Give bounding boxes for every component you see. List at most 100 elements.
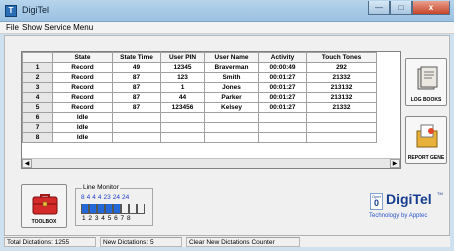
cell-user-name — [204, 122, 259, 133]
cell-user-pin — [160, 122, 205, 133]
status-bar: Total Dictations: 1255 New Dictations: 5… — [4, 235, 450, 247]
cell-state-time — [112, 122, 161, 133]
dictation-grid[interactable]: State State Time User PIN User Name Acti… — [21, 51, 401, 169]
grid-header-state-time[interactable]: State Time — [112, 52, 161, 63]
row-number: 7 — [22, 122, 53, 133]
line-status-cell — [129, 204, 137, 214]
line-count: 24 — [112, 194, 120, 201]
toolbox-label: TOOLBOX — [31, 219, 57, 225]
line-number: 7 — [120, 215, 125, 222]
log-books-icon — [417, 66, 438, 90]
toolbox-button[interactable]: TOOLBOX — [21, 184, 67, 228]
line-status-cell — [97, 204, 105, 214]
grid-header-user-pin[interactable]: User PIN — [160, 52, 205, 63]
row-number: 1 — [22, 62, 53, 73]
row-number: 3 — [22, 82, 53, 93]
scroll-right-icon[interactable]: ▶ — [390, 159, 400, 168]
row-number: 5 — [22, 102, 53, 113]
horizontal-scrollbar[interactable]: ◀ ▶ — [22, 158, 400, 168]
cell-user-pin — [160, 112, 205, 123]
cell-state: Record — [52, 62, 113, 73]
minimize-button[interactable]: — — [368, 1, 390, 15]
row-number: 4 — [22, 92, 53, 103]
cell-user-pin: 44 — [160, 92, 205, 103]
menu-show-service-menu[interactable]: Show Service Menu — [22, 23, 93, 32]
cell-touch-tones — [306, 112, 377, 123]
grid-header-state[interactable]: State — [52, 52, 113, 63]
cell-user-name — [204, 132, 259, 143]
logo-zero-text: 0 — [373, 198, 379, 208]
log-books-label: LOG BOOKS — [410, 97, 442, 103]
cell-state-time — [112, 112, 161, 123]
cell-state: Idle — [52, 132, 113, 143]
menu-bar: File Show Service Menu — [0, 22, 454, 34]
maximize-button[interactable]: □ — [390, 1, 412, 15]
table-row[interactable]: 3 Record 87 1 Jones 00:01:27 213132 — [22, 82, 377, 93]
cell-user-pin: 1 — [160, 82, 205, 93]
cell-user-pin — [160, 132, 205, 143]
cell-activity: 00:01:27 — [258, 102, 307, 113]
cell-state-time — [112, 132, 161, 143]
report-gene-button[interactable]: REPORT GENE — [405, 116, 447, 164]
total-dictations: Total Dictations: 1255 — [4, 237, 96, 247]
grid-table: State State Time User PIN User Name Acti… — [22, 52, 377, 143]
cell-state-time: 87 — [112, 102, 161, 113]
line-status-cell — [113, 204, 121, 214]
cell-state-time: 87 — [112, 82, 161, 93]
menu-file[interactable]: File — [6, 23, 19, 32]
line-count: 4 — [97, 194, 102, 201]
cell-activity: 00:01:27 — [258, 72, 307, 83]
logo-trademark: TM — [437, 191, 443, 196]
app-icon: T — [5, 5, 17, 17]
table-row[interactable]: 5 Record 87 123456 Kelsey 00:01:27 21332 — [22, 102, 377, 113]
row-number: 6 — [22, 112, 53, 123]
line-count: 8 — [81, 194, 85, 201]
clear-new-dictations-button[interactable]: Clear New Dictations Counter — [186, 237, 300, 247]
oper-logo-icon: Oper 0 — [370, 193, 383, 210]
cell-activity: 00:01:27 — [258, 82, 307, 93]
grid-header-row: State State Time User PIN User Name Acti… — [22, 52, 377, 63]
table-row[interactable]: 8 Idle — [22, 132, 377, 143]
new-dictations: New Dictations: 5 — [100, 237, 182, 247]
line-number: 8 — [126, 215, 131, 222]
window-title: DigiTel — [22, 5, 50, 15]
line-count: 4 — [86, 194, 91, 201]
grid-header-activity[interactable]: Activity — [258, 52, 307, 63]
line-status-cell — [89, 204, 97, 214]
digitel-logo: DigiTel — [386, 191, 432, 207]
line-number: 6 — [114, 215, 118, 222]
row-number: 2 — [22, 72, 53, 83]
cell-user-name: Kelsey — [204, 102, 259, 113]
line-count: 24 — [121, 194, 130, 201]
cell-state: Record — [52, 102, 113, 113]
window-controls: — □ x — [368, 1, 450, 15]
line-status-bars — [81, 204, 147, 214]
grid-header-touch-tones[interactable]: Touch Tones — [306, 52, 377, 63]
cell-state-time: 49 — [112, 62, 161, 73]
table-row[interactable]: 7 Idle — [22, 122, 377, 133]
report-folder-icon — [416, 124, 438, 148]
scroll-left-icon[interactable]: ◀ — [22, 159, 32, 168]
line-count: 23 — [103, 194, 111, 201]
cell-user-name: Smith — [204, 72, 259, 83]
table-row[interactable]: 1 Record 49 12345 Braverman 00:00:49 292 — [22, 62, 377, 73]
line-number: 4 — [101, 215, 105, 222]
line-number: 3 — [94, 215, 99, 222]
table-row[interactable]: 2 Record 87 123 Smith 00:01:27 21332 — [22, 72, 377, 83]
line-status-cell — [105, 204, 113, 214]
cell-state-time: 87 — [112, 72, 161, 83]
cell-activity — [258, 132, 307, 143]
cell-user-name: Jones — [204, 82, 259, 93]
row-number: 8 — [22, 132, 53, 143]
toolbox-icon — [32, 194, 58, 215]
grid-header-user-name[interactable]: User Name — [204, 52, 259, 63]
log-books-button[interactable]: LOG BOOKS — [405, 58, 447, 106]
line-monitor-title: Line Monitor — [82, 184, 120, 191]
cell-touch-tones: 213132 — [306, 82, 377, 93]
cell-user-name: Braverman — [204, 62, 259, 73]
cell-touch-tones: 213132 — [306, 92, 377, 103]
table-row[interactable]: 4 Record 87 44 Parker 00:01:27 213132 — [22, 92, 377, 103]
line-status-cell — [121, 204, 129, 214]
table-row[interactable]: 6 Idle — [22, 112, 377, 123]
close-button[interactable]: x — [412, 1, 450, 15]
